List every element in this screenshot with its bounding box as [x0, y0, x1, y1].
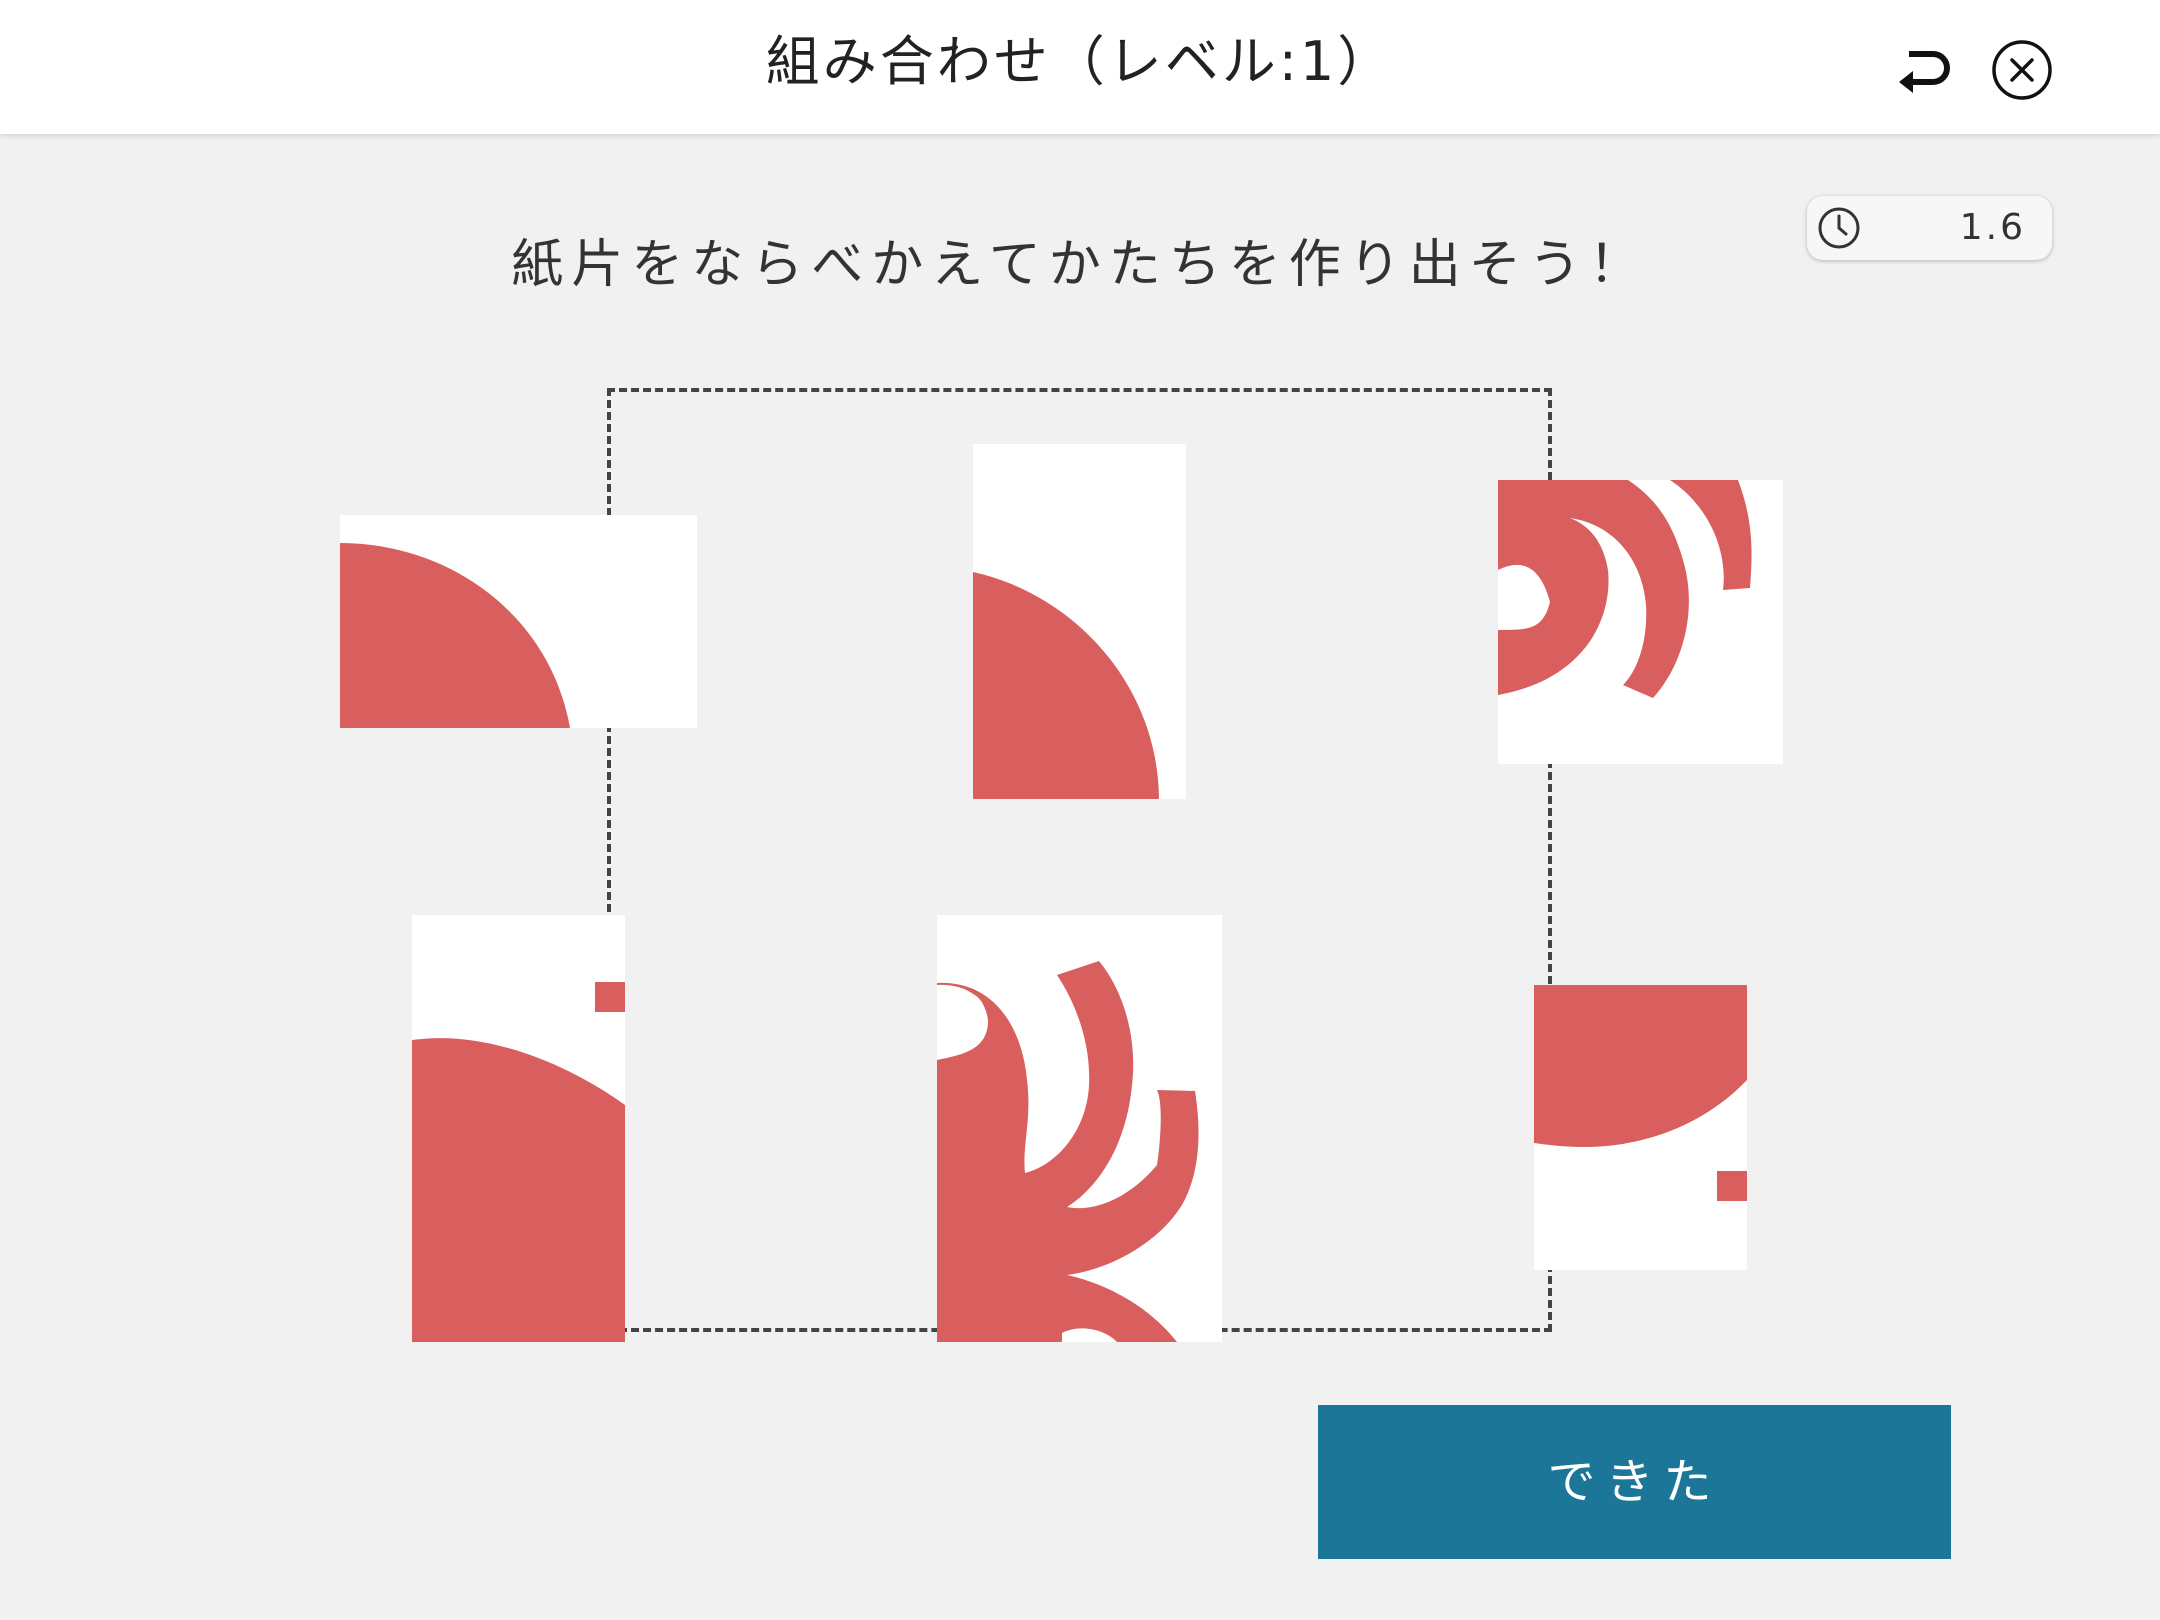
done-button[interactable]: できた [1318, 1405, 1951, 1559]
puzzle-piece-2[interactable] [973, 444, 1186, 799]
close-circle-icon [1992, 40, 2052, 100]
puzzle-piece-6[interactable] [1534, 985, 1747, 1270]
instruction-text: 紙片をならべかえてかたちを作り出そう！ [511, 235, 1649, 295]
puzzle-piece-4[interactable] [412, 915, 625, 1342]
close-button[interactable] [1990, 38, 2054, 102]
page-title: 組み合わせ（レベル:1） [765, 30, 1395, 93]
puzzle-piece-3[interactable] [1498, 480, 1783, 764]
undo-button[interactable] [1895, 38, 1955, 96]
top-bar: 組み合わせ（レベル:1） [0, 0, 2160, 134]
undo-arrow-icon [1899, 51, 1950, 93]
puzzle-piece-1[interactable] [340, 515, 697, 728]
puzzle-piece-5[interactable] [937, 915, 1222, 1342]
